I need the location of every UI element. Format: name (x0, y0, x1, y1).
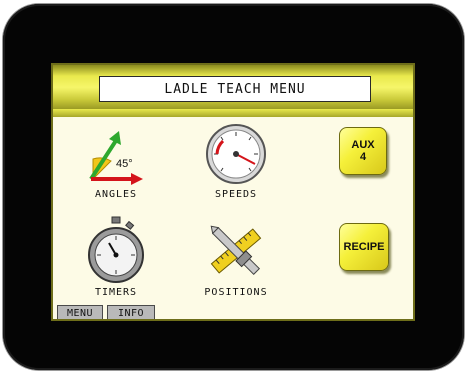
measuring-tools-icon (210, 225, 262, 276)
angle-value: 45° (116, 158, 133, 170)
touch-screen: LADLE TEACH MENU 45° ANGLES SPEEDS TIMER… (51, 63, 415, 321)
menu-tab[interactable]: MENU (57, 305, 103, 319)
angles-label: ANGLES (94, 189, 138, 200)
speeds-tile[interactable]: SPEEDS (201, 121, 271, 200)
timers-label: TIMERS (94, 287, 138, 298)
aux-button-label: AUX (351, 139, 375, 151)
header-accent-strip (53, 109, 413, 117)
page-title: LADLE TEACH MENU (99, 76, 371, 102)
stopwatch-icon (88, 216, 144, 283)
aux-button-number: 4 (359, 151, 367, 163)
angles-tile[interactable]: 45° ANGLES (81, 121, 151, 200)
positions-tile[interactable]: POSITIONS (191, 215, 281, 298)
positions-label: POSITIONS (204, 287, 268, 298)
timers-tile[interactable]: TIMERS (81, 215, 151, 298)
info-tab[interactable]: INFO (107, 305, 155, 319)
recipe-button[interactable]: RECIPE (339, 223, 389, 271)
angle-icon: 45° (89, 131, 143, 185)
speedometer-icon (206, 124, 266, 184)
recipe-button-label: RECIPE (343, 241, 385, 253)
aux-4-button[interactable]: AUX 4 (339, 127, 387, 175)
speeds-label: SPEEDS (214, 189, 258, 200)
